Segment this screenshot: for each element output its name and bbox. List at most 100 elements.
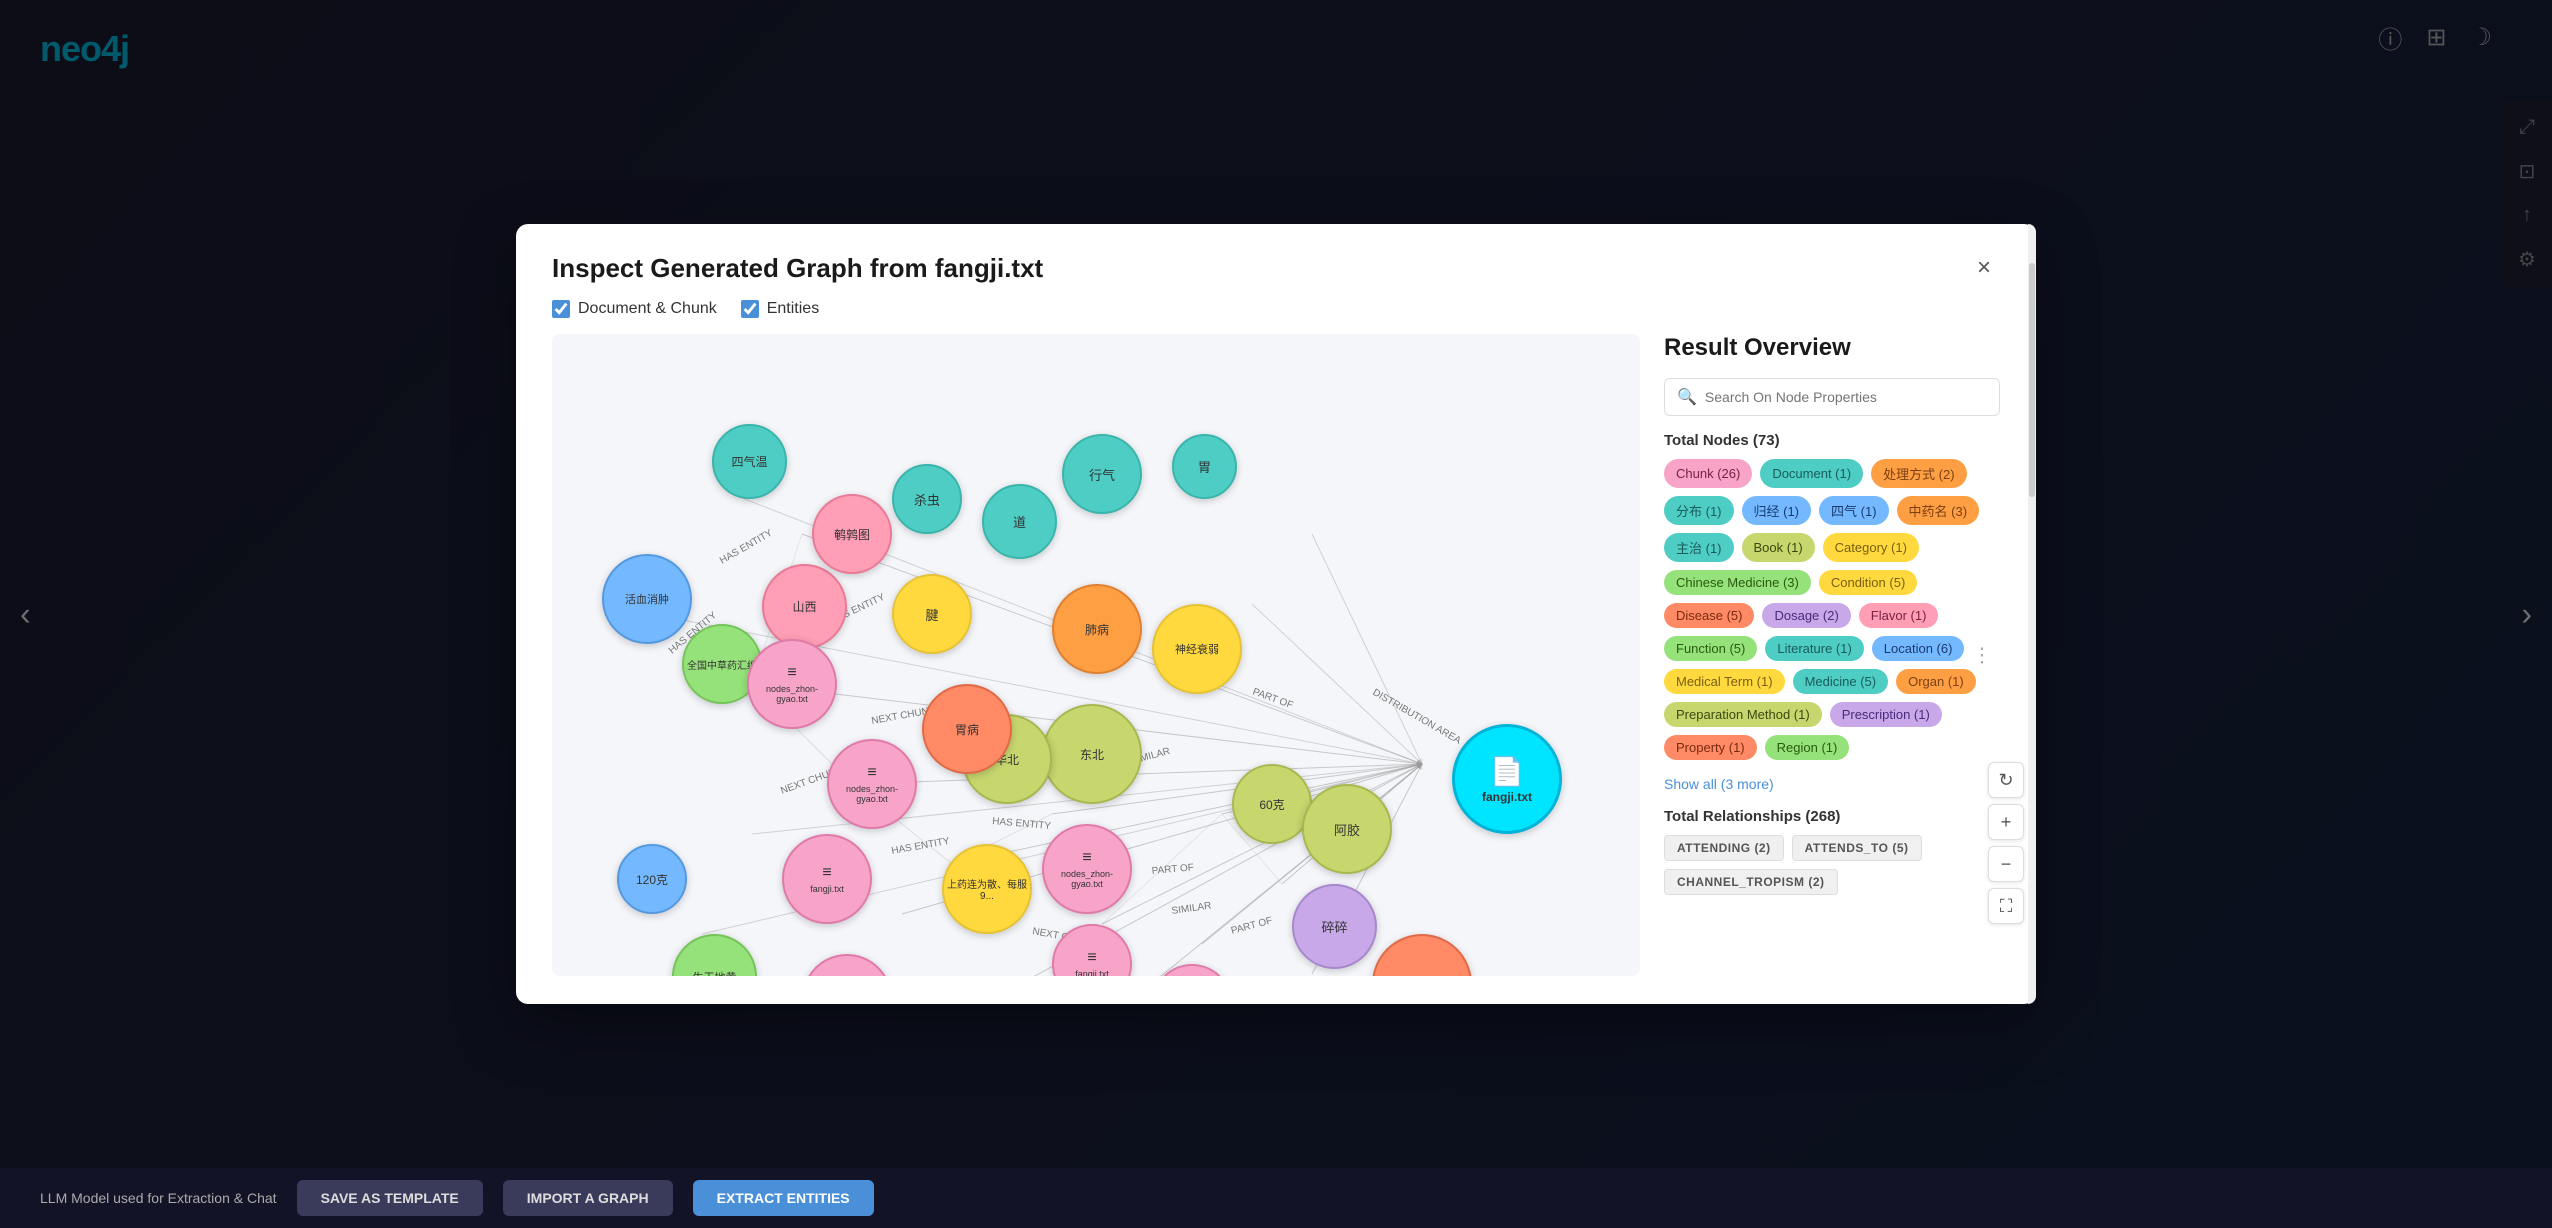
- svg-text:PART OF: PART OF: [1230, 915, 1274, 937]
- tag-disease[interactable]: Disease (5): [1664, 603, 1754, 628]
- chunk-node-6[interactable]: ≡ fangji.txt: [1052, 924, 1132, 976]
- tag-preparation-method[interactable]: Preparation Method (1): [1664, 702, 1822, 727]
- node-120g[interactable]: 120克: [617, 844, 687, 914]
- node-siqi[interactable]: 四气温: [712, 424, 787, 499]
- node-dao[interactable]: 道: [982, 484, 1057, 559]
- rel-tag-attending[interactable]: ATTENDING (2): [1664, 835, 1784, 861]
- tag-zhuzhi[interactable]: 主治 (1): [1664, 533, 1734, 562]
- extract-entities-button[interactable]: EXTRACT ENTITIES: [693, 1180, 874, 1216]
- tag-organ[interactable]: Organ (1): [1896, 669, 1976, 694]
- tag-condition[interactable]: Condition (5): [1819, 570, 1917, 595]
- svg-text:HAS ENTITY: HAS ENTITY: [718, 527, 775, 566]
- tag-process[interactable]: 处理方式 (2): [1871, 459, 1967, 488]
- svg-text:HAS ENTITY: HAS ENTITY: [992, 816, 1052, 832]
- node-webing[interactable]: 胃病: [922, 684, 1012, 774]
- node-shenjingxuruo[interactable]: 神经衰弱: [1152, 604, 1242, 694]
- node-xingqi[interactable]: 行气: [1062, 434, 1142, 514]
- tag-chunk[interactable]: Chunk (26): [1664, 459, 1752, 488]
- node-suishi[interactable]: 碎碎: [1292, 884, 1377, 969]
- bottom-label: LLM Model used for Extraction & Chat: [40, 1190, 277, 1206]
- node-yanque[interactable]: 鹌鹑图: [812, 494, 892, 574]
- zoom-out-button[interactable]: −: [1988, 846, 2024, 882]
- modal-scrollbar-thumb[interactable]: [2029, 263, 2035, 497]
- tag-siqi[interactable]: 四气 (1): [1819, 496, 1889, 525]
- checkbox-entities-label: Entities: [767, 300, 819, 318]
- tag-property[interactable]: Property (1): [1664, 735, 1757, 760]
- tag-literature[interactable]: Literature (1): [1765, 636, 1863, 661]
- tag-distribute[interactable]: 分布 (1): [1664, 496, 1734, 525]
- rel-tag-attends-to[interactable]: ATTENDS_TO (5): [1792, 835, 1922, 861]
- tag-prescription[interactable]: Prescription (1): [1830, 702, 1942, 727]
- tag-chinese-medicine[interactable]: Chinese Medicine (3): [1664, 570, 1811, 595]
- result-panel: Result Overview 🔍 Total Nodes (73) Chunk…: [1640, 334, 2000, 976]
- search-box[interactable]: 🔍: [1664, 378, 2000, 416]
- graph-controls: ↻ + − ⛶: [1988, 762, 2024, 924]
- bottom-bar: LLM Model used for Extraction & Chat SAV…: [0, 1168, 2552, 1228]
- tag-medicine[interactable]: Medicine (5): [1793, 669, 1889, 694]
- inspect-modal: Inspect Generated Graph from fangji.txt …: [516, 224, 2036, 1004]
- node-jian[interactable]: 腱: [892, 574, 972, 654]
- chunk-node-2[interactable]: ≡ nodes_zhon-gyao.txt: [827, 739, 917, 829]
- node-zhusha[interactable]: 杀虫: [892, 464, 962, 534]
- tag-medical-term[interactable]: Medical Term (1): [1664, 669, 1785, 694]
- svg-text:DISTRIBUTION AREA: DISTRIBUTION AREA: [1371, 687, 1463, 747]
- chunk-node-7[interactable]: ≡ fangji.txt: [1152, 964, 1232, 976]
- checkbox-document-chunk-label: Document & Chunk: [578, 300, 717, 318]
- doc-node-fangji[interactable]: 📄 fangji.txt: [1452, 724, 1562, 834]
- svg-text:SIMILAR: SIMILAR: [1171, 901, 1212, 917]
- tag-function[interactable]: Function (5): [1664, 636, 1757, 661]
- rel-tag-channel-tropism[interactable]: CHANNEL_TROPISM (2): [1664, 869, 1838, 895]
- zoom-in-button[interactable]: +: [1988, 804, 2024, 840]
- chunk-node-1[interactable]: ≡ nodes_zhon-gyao.txt: [747, 639, 837, 729]
- tag-flavor[interactable]: Flavor (1): [1859, 603, 1939, 628]
- node-qingyaoxiao[interactable]: 活血消肿: [602, 554, 692, 644]
- node-shengdihuang[interactable]: 生干地黄: [672, 934, 757, 976]
- modal-header: Inspect Generated Graph from fangji.txt …: [552, 252, 2000, 284]
- tag-region[interactable]: Region (1): [1765, 735, 1850, 760]
- node-dongbei[interactable]: 东北: [1042, 704, 1142, 804]
- fullscreen-button[interactable]: ⛶: [1988, 888, 2024, 924]
- tag-zhongyao[interactable]: 中药名 (3): [1897, 496, 1980, 525]
- modal-body: HAS ENTITY NEXT CHUNK HAS ENTITY SIMILAR…: [552, 334, 2000, 976]
- modal-overlay: Inspect Generated Graph from fangji.txt …: [0, 0, 2552, 1228]
- node-wei[interactable]: 胃: [1172, 434, 1237, 499]
- node-tags-container: Chunk (26) Document (1) 处理方式 (2) 分布 (1) …: [1664, 459, 2000, 760]
- checkbox-entities[interactable]: Entities: [741, 300, 819, 318]
- svg-text:HAS ENTITY: HAS ENTITY: [891, 836, 951, 857]
- total-nodes-label: Total Nodes (73): [1664, 432, 2000, 449]
- show-more-link[interactable]: Show all (3 more): [1664, 776, 2000, 792]
- tag-dosage[interactable]: Dosage (2): [1762, 603, 1850, 628]
- total-relationships-label: Total Relationships (268): [1664, 808, 2000, 825]
- import-graph-button[interactable]: IMPORT A GRAPH: [503, 1180, 673, 1216]
- checkbox-document-chunk[interactable]: Document & Chunk: [552, 300, 717, 318]
- tag-guijing[interactable]: 归经 (1): [1742, 496, 1812, 525]
- chunk-node-3[interactable]: ≡ fangji.txt: [782, 834, 872, 924]
- node-60ke[interactable]: 60克: [1232, 764, 1312, 844]
- graph-area[interactable]: HAS ENTITY NEXT CHUNK HAS ENTITY SIMILAR…: [552, 334, 1640, 976]
- refresh-button[interactable]: ↻: [1988, 762, 2024, 798]
- tag-category[interactable]: Category (1): [1823, 533, 1919, 562]
- svg-text:PART OF: PART OF: [1151, 862, 1194, 877]
- search-input[interactable]: [1705, 389, 1987, 405]
- relationship-tags-container: ATTENDING (2) ATTENDS_TO (5) CHANNEL_TRO…: [1664, 835, 2000, 895]
- svg-text:PART OF: PART OF: [1251, 686, 1294, 711]
- checkbox-document-chunk-input[interactable]: [552, 300, 570, 318]
- result-title: Result Overview: [1664, 334, 2000, 362]
- tag-document[interactable]: Document (1): [1760, 459, 1863, 488]
- tag-book[interactable]: Book (1): [1742, 533, 1815, 562]
- node-feibing[interactable]: 肺病: [1052, 584, 1142, 674]
- checkbox-entities-input[interactable]: [741, 300, 759, 318]
- node-shangzhi[interactable]: 上药连为散、每服9...: [942, 844, 1032, 934]
- chunk-node-4[interactable]: ≡ nodes_zhon-gyao.txt: [802, 954, 892, 976]
- save-template-button[interactable]: SAVE AS TEMPLATE: [297, 1180, 483, 1216]
- node-chaohui[interactable]: 炒令黄煨: [1372, 934, 1472, 976]
- node-ejiao[interactable]: 阿胶: [1302, 784, 1392, 874]
- search-icon: 🔍: [1677, 387, 1697, 407]
- panel-resize-handle[interactable]: ⋮⋮: [1972, 643, 2000, 668]
- modal-close-button[interactable]: ×: [1968, 252, 2000, 284]
- chunk-node-5[interactable]: ≡ nodes_zhon-gyao.txt: [1042, 824, 1132, 914]
- modal-checkboxes: Document & Chunk Entities: [552, 300, 2000, 318]
- tag-location[interactable]: Location (6): [1872, 636, 1965, 661]
- node-shanxi[interactable]: 山西: [762, 564, 847, 649]
- modal-scrollbar: [2028, 224, 2036, 1004]
